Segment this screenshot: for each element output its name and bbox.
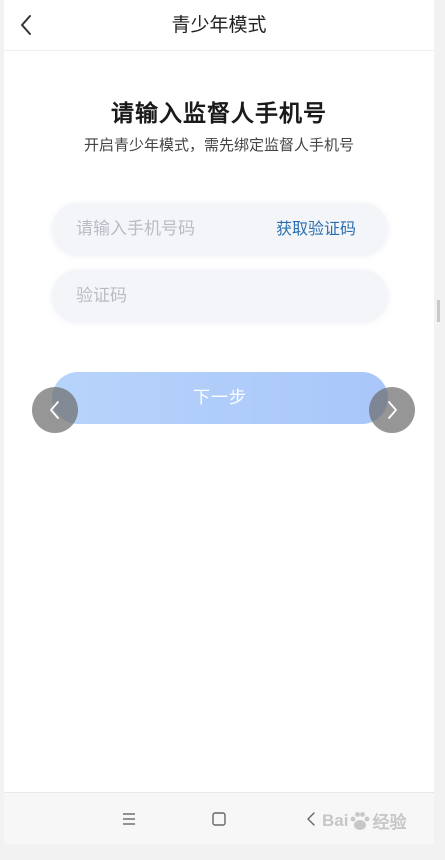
next-button[interactable]: 下一步 <box>52 372 388 424</box>
phone-input[interactable] <box>52 203 262 255</box>
main-subtitle: 开启青少年模式，需先绑定监督人手机号 <box>83 136 354 154</box>
watermark: Bai 经验 <box>322 808 406 833</box>
bottom-strip <box>0 844 445 860</box>
menu-icon <box>123 813 135 825</box>
chevron-left-icon <box>307 812 315 826</box>
watermark-text-prefix: Bai <box>322 810 349 830</box>
phone-field: 获取验证码 <box>52 203 388 255</box>
nav-menu-button[interactable] <box>116 806 142 832</box>
nav-back-button[interactable] <box>298 806 324 832</box>
scroll-indicator <box>437 300 440 322</box>
main-heading: 请输入监督人手机号 <box>111 101 327 127</box>
app-screen: 青少年模式 请输入监督人手机号 开启青少年模式，需先绑定监督人手机号 获取验证码… <box>4 0 434 860</box>
top-bar: 青少年模式 <box>4 0 434 51</box>
get-code-button[interactable]: 获取验证码 <box>276 203 356 255</box>
verification-code-input[interactable] <box>52 270 388 322</box>
square-icon <box>212 812 226 826</box>
carousel-next-button[interactable] <box>369 387 415 433</box>
chevron-right-icon <box>388 401 397 419</box>
chevron-left-icon <box>50 401 59 419</box>
nav-home-button[interactable] <box>206 806 232 832</box>
paw-logo-icon <box>351 811 370 830</box>
carousel-prev-button[interactable] <box>32 387 78 433</box>
page-title: 青少年模式 <box>171 14 267 36</box>
watermark-text-suffix: 经验 <box>372 813 407 832</box>
code-field <box>52 270 388 322</box>
